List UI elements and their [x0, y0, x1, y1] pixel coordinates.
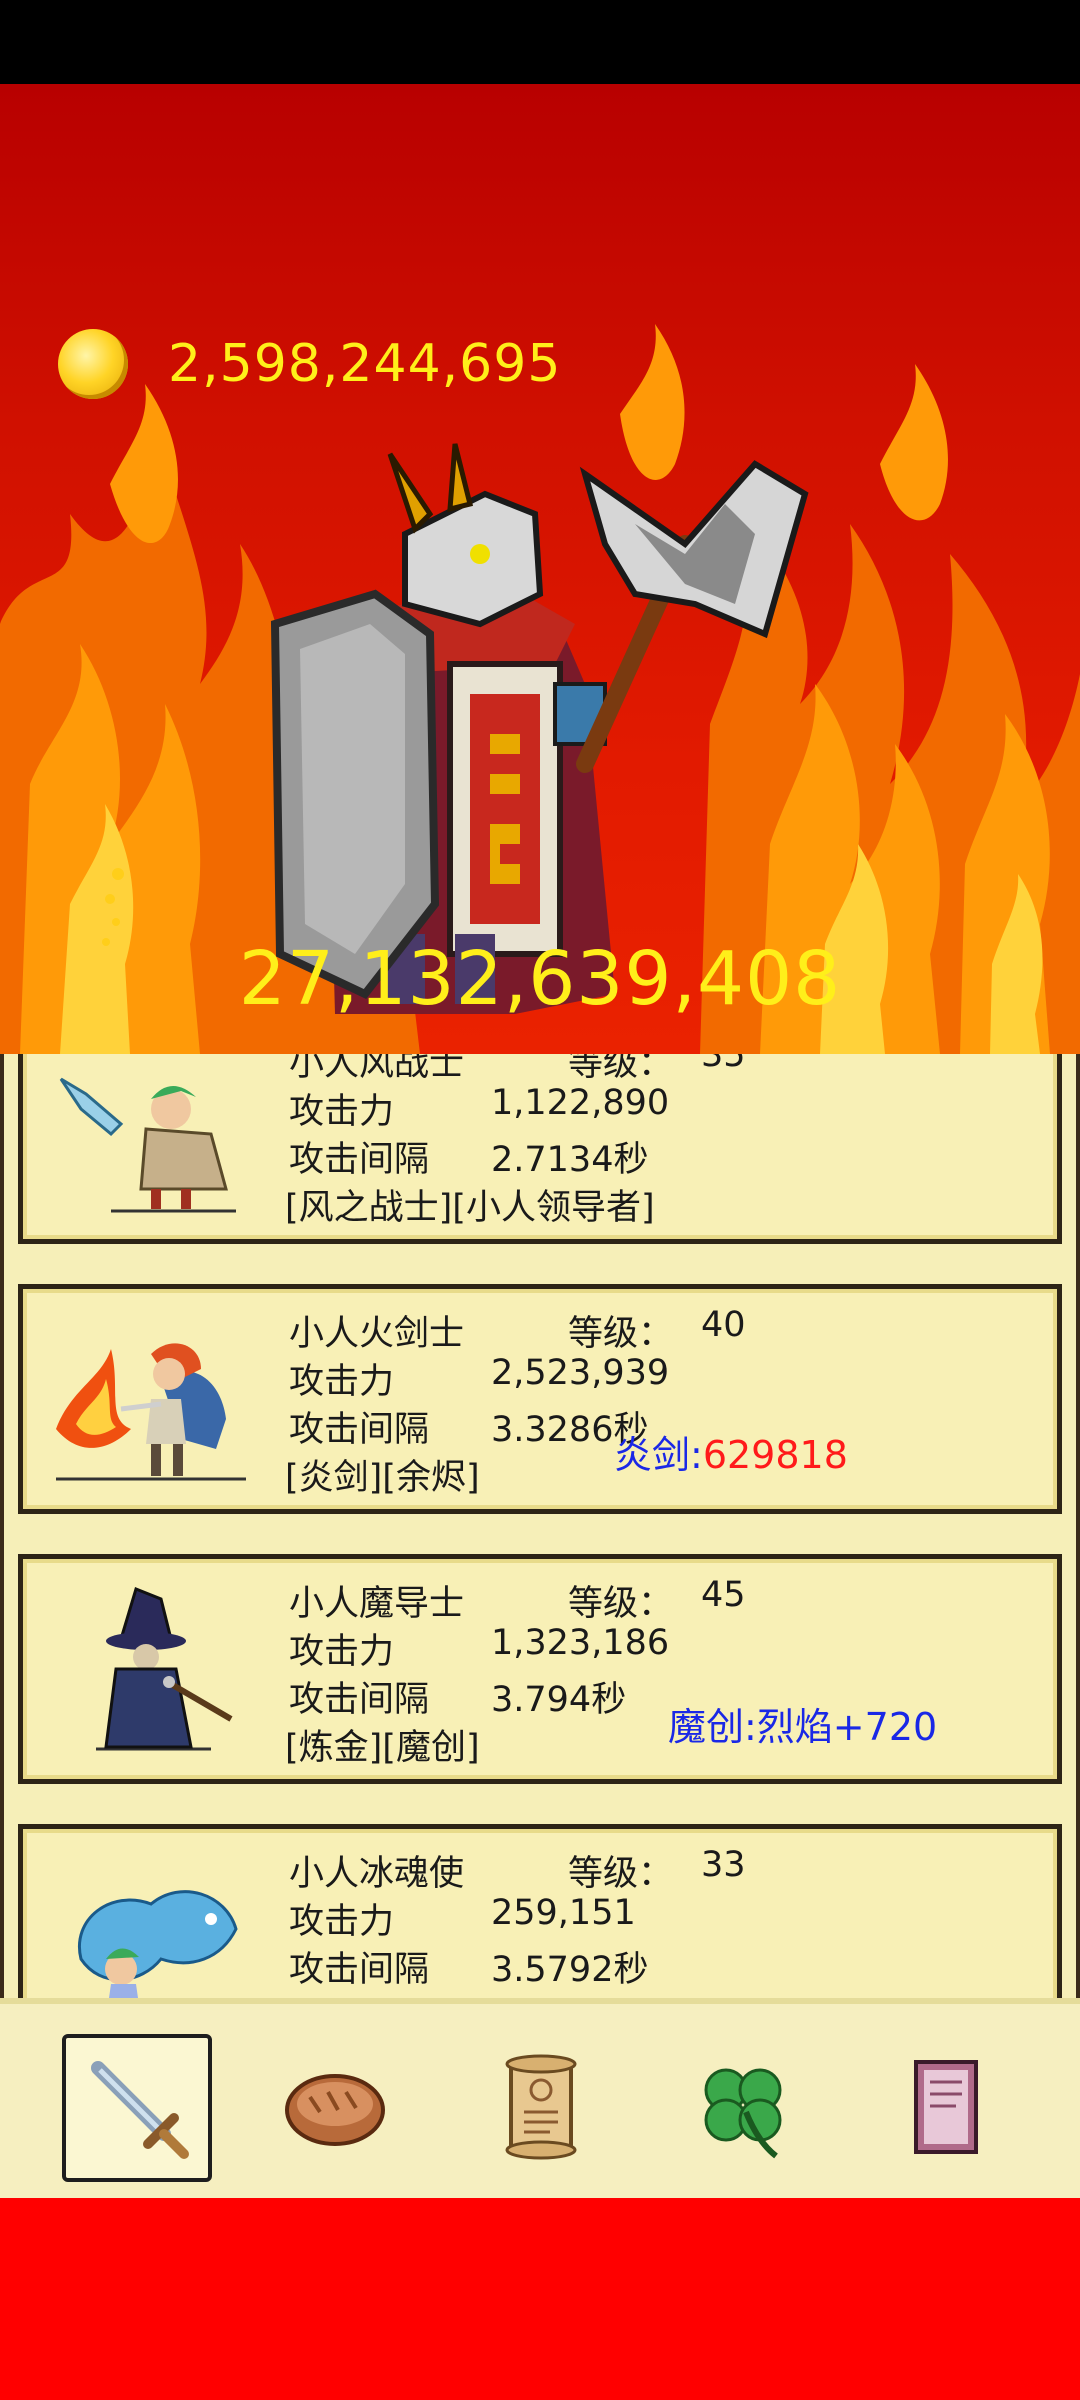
hero-card-ice-soul[interactable]: 小人冰魂使 等级： 33 攻击力 259,151 攻击间隔 3.5792秒: [18, 1824, 1062, 2004]
attack-label: 攻击力: [289, 1092, 395, 1132]
quest-tab-button[interactable]: [466, 2034, 616, 2182]
heroes-tab-button[interactable]: [62, 2034, 212, 2182]
hero-interval: 3.5792秒: [491, 1950, 649, 1990]
status-bar: [0, 0, 1080, 84]
clover-icon: [704, 2068, 782, 2159]
hero-attack: 2,523,939: [491, 1353, 670, 1393]
hero-list[interactable]: 小人风战士 等级： 35 攻击力 1,122,890 攻击间隔 2.7134秒 …: [0, 1054, 1080, 2004]
luck-tab-button[interactable]: [668, 2034, 818, 2182]
bottom-toolbar: [0, 1998, 1080, 2198]
hero-level: 45: [701, 1575, 746, 1615]
fire-swordsman-portrait: [56, 1343, 246, 1481]
level-label: 等级：: [568, 1584, 674, 1624]
hero-tags: [炎剑][余烬]: [285, 1458, 480, 1498]
wind-warrior-portrait: [59, 1077, 236, 1213]
gold-amount: 2,598,244,695: [168, 334, 562, 394]
fire-skill-value: 629818: [702, 1433, 848, 1477]
hero-attack: 259,151: [491, 1893, 636, 1933]
book-tab-button[interactable]: [870, 2034, 1020, 2182]
fire-skill-name: 炎剑:: [614, 1433, 703, 1477]
hero-card-fire-swordsman[interactable]: 小人火剑士 等级： 40 攻击力 2,523,939 攻击间隔 3.3286秒 …: [18, 1284, 1062, 1514]
hero-name: 小人火剑士: [289, 1314, 465, 1354]
attack-label: 攻击力: [289, 1632, 395, 1672]
book-icon: [914, 2060, 978, 2154]
bottom-red-bar: [0, 2198, 1080, 2400]
interval-label: 攻击间隔: [289, 1950, 430, 1990]
mage-skill-text: 魔创:烈焰+720: [668, 1705, 938, 1749]
level-label: 等级：: [568, 1054, 674, 1084]
level-label: 等级：: [568, 1314, 674, 1354]
hero-level: 33: [701, 1845, 746, 1885]
attack-label: 攻击力: [289, 1902, 395, 1942]
hero-name: 小人魔导士: [289, 1584, 465, 1624]
hero-card-wind-warrior[interactable]: 小人风战士 等级： 35 攻击力 1,122,890 攻击间隔 2.7134秒 …: [18, 1054, 1062, 1244]
hero-attack: 1,323,186: [491, 1623, 670, 1663]
hero-level: 40: [701, 1305, 746, 1345]
interval-label: 攻击间隔: [289, 1680, 430, 1720]
ice-soul-portrait: [78, 1890, 238, 2004]
boss-hp: 27,132,639,408: [238, 936, 842, 1022]
hero-tags: [炼金][魔创]: [285, 1728, 480, 1768]
sword-icon: [91, 2061, 189, 2159]
food-tab-button[interactable]: [260, 2034, 410, 2182]
attack-label: 攻击力: [289, 1362, 395, 1402]
hero-level: 35: [701, 1054, 746, 1075]
bread-icon: [285, 2074, 385, 2146]
gold-counter: 2,598,244,695: [58, 328, 561, 400]
hero-attack: 1,122,890: [491, 1083, 670, 1123]
hero-interval: 3.794秒: [491, 1680, 627, 1720]
hero-interval: 2.7134秒: [491, 1140, 649, 1180]
hero-tags: [风之战士][小人领导者]: [285, 1188, 655, 1228]
fire-skill-popup: 炎剑:629818: [614, 1424, 848, 1479]
coin-icon: [58, 329, 128, 399]
hero-name: 小人风战士: [289, 1054, 465, 1084]
mage-skill-popup: 魔创:烈焰+720: [668, 1696, 937, 1751]
interval-label: 攻击间隔: [289, 1140, 430, 1180]
level-label: 等级：: [568, 1854, 674, 1894]
scroll-icon: [505, 2054, 577, 2160]
interval-label: 攻击间隔: [289, 1410, 430, 1450]
battle-scene[interactable]: 2,598,244,695 27,132,639,408: [0, 84, 1080, 1054]
dragon-knight-boss[interactable]: [255, 434, 835, 1014]
hero-name: 小人冰魂使: [289, 1854, 465, 1894]
mage-portrait: [96, 1586, 233, 1751]
